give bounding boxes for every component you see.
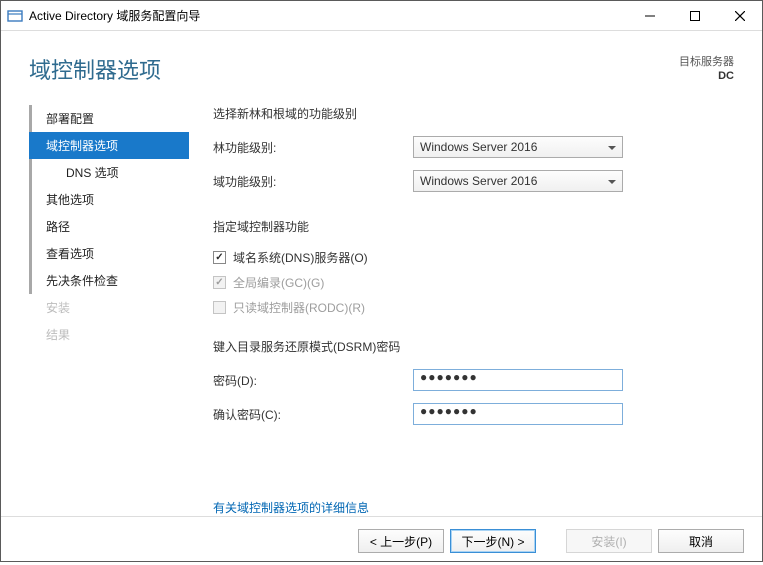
forest-level-row: 林功能级别: Windows Server 2016	[213, 136, 734, 158]
password-input[interactable]: ●●●●●●●	[413, 369, 623, 391]
wizard-window: Active Directory 域服务配置向导 域控制器选项 目标服务器 DC	[0, 0, 763, 562]
target-server-name: DC	[679, 69, 734, 83]
gc-checkbox-label: 全局编录(GC)(G)	[233, 274, 324, 291]
domain-level-row: 域功能级别: Windows Server 2016	[213, 170, 734, 192]
rodc-checkbox-label: 只读域控制器(RODC)(R)	[233, 299, 365, 316]
target-server: 目标服务器 DC	[679, 53, 734, 84]
domain-level-dropdown[interactable]: Windows Server 2016	[413, 170, 623, 192]
minimize-button[interactable]	[627, 1, 672, 30]
sidebar-item-paths[interactable]: 路径	[29, 213, 189, 240]
app-icon	[7, 8, 23, 24]
close-button[interactable]	[717, 1, 762, 30]
dns-checkbox[interactable]	[213, 251, 226, 264]
gc-checkbox	[213, 276, 226, 289]
previous-button[interactable]: < 上一步(P)	[358, 529, 444, 553]
more-info-link[interactable]: 有关域控制器选项的详细信息	[213, 501, 369, 515]
install-button: 安装(I)	[566, 529, 652, 553]
dns-checkbox-row: 域名系统(DNS)服务器(O)	[213, 249, 734, 266]
maximize-button[interactable]	[672, 1, 717, 30]
sidebar: 部署配置 域控制器选项 DNS 选项 其他选项 路径 查看选项 先决条件检查 安…	[29, 101, 189, 516]
sidebar-item-additional[interactable]: 其他选项	[29, 186, 189, 213]
next-button[interactable]: 下一步(N) >	[450, 529, 536, 553]
rodc-checkbox-row: 只读域控制器(RODC)(R)	[213, 299, 734, 316]
gc-checkbox-row: 全局编录(GC)(G)	[213, 274, 734, 291]
dns-checkbox-label: 域名系统(DNS)服务器(O)	[233, 249, 368, 266]
titlebar: Active Directory 域服务配置向导	[1, 1, 762, 31]
password-label: 密码(D):	[213, 372, 413, 389]
confirm-password-input[interactable]: ●●●●●●●	[413, 403, 623, 425]
domain-level-value: Windows Server 2016	[420, 174, 537, 188]
domain-level-label: 域功能级别:	[213, 173, 413, 190]
forest-level-label: 林功能级别:	[213, 139, 413, 156]
sidebar-item-install: 安装	[29, 294, 189, 321]
sidebar-item-review[interactable]: 查看选项	[29, 240, 189, 267]
header: 域控制器选项 目标服务器 DC	[1, 31, 762, 93]
confirm-password-label: 确认密码(C):	[213, 406, 413, 423]
sidebar-item-dns-options[interactable]: DNS 选项	[29, 159, 189, 186]
forest-level-value: Windows Server 2016	[420, 140, 537, 154]
target-server-label: 目标服务器	[679, 55, 734, 69]
window-title: Active Directory 域服务配置向导	[29, 7, 627, 24]
rodc-checkbox	[213, 301, 226, 314]
forest-level-dropdown[interactable]: Windows Server 2016	[413, 136, 623, 158]
sidebar-item-dc-options[interactable]: 域控制器选项	[29, 132, 189, 159]
body: 域控制器选项 目标服务器 DC 部署配置 域控制器选项 DNS 选项 其他选项 …	[1, 31, 762, 565]
sidebar-item-deploy-config[interactable]: 部署配置	[29, 105, 189, 132]
window-controls	[627, 1, 762, 30]
footer: < 上一步(P) 下一步(N) > 安装(I) 取消	[1, 516, 762, 565]
cancel-button[interactable]: 取消	[658, 529, 744, 553]
sidebar-item-prereq[interactable]: 先决条件检查	[29, 267, 189, 294]
content: 部署配置 域控制器选项 DNS 选项 其他选项 路径 查看选项 先决条件检查 安…	[1, 93, 762, 516]
password-row: 密码(D): ●●●●●●●	[213, 369, 734, 391]
dsrm-heading: 键入目录服务还原模式(DSRM)密码	[213, 338, 734, 355]
page-title: 域控制器选项	[29, 53, 679, 85]
main-pane: 选择新林和根域的功能级别 林功能级别: Windows Server 2016 …	[189, 101, 734, 516]
confirm-password-row: 确认密码(C): ●●●●●●●	[213, 403, 734, 425]
sidebar-item-results: 结果	[29, 321, 189, 348]
functional-level-heading: 选择新林和根域的功能级别	[213, 105, 734, 122]
capabilities-heading: 指定域控制器功能	[213, 218, 734, 235]
